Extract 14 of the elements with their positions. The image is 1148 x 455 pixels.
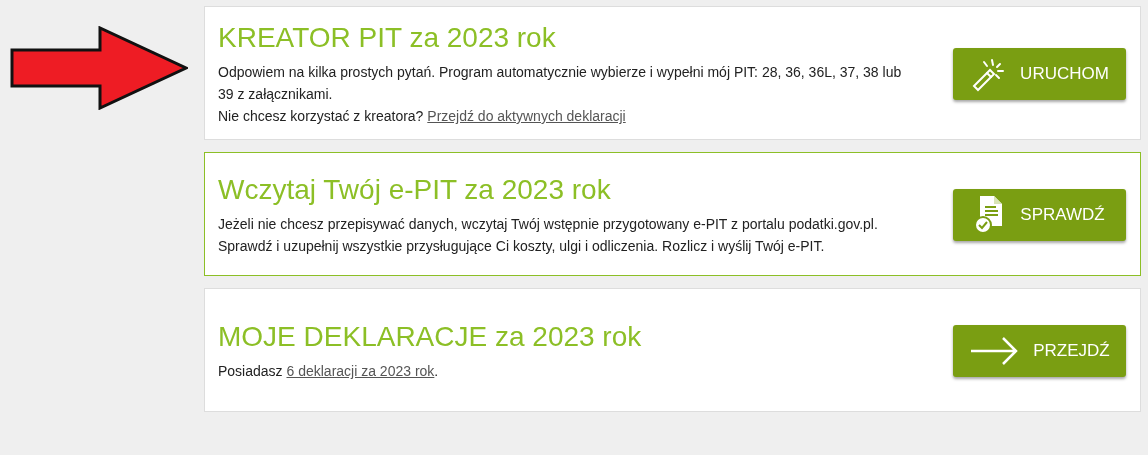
description-text: Posiadasz xyxy=(218,363,283,379)
action-button[interactable]: URUCHOM xyxy=(953,48,1126,100)
card-title: KREATOR PIT za 2023 rok xyxy=(218,21,557,55)
link[interactable]: Przejdź do aktywnych deklaracji xyxy=(427,108,626,124)
description-text: Jeżeli nie chcesz przepisywać danych, wczytaj Twój wstępnie przygotowany e-PIT z portalu podatki.gov.pl. Sprawdź i uzupełnij wszystkie przysługujące Ci koszty, ulgi i odliczenia. Rozlicz i wyślij Twój e-PIT. xyxy=(218,216,878,254)
card-title: MOJE DEKLARACJE za 2023 rok xyxy=(218,320,643,354)
description-text: Odpowiem na kilka prostych pytań. Program automatycznie wybierze i wypełni mój PIT: 28, 36, 36L, 37, 38 lub 39 z załącznikami. xyxy=(218,64,902,102)
action-button[interactable]: PRZEJDŹ xyxy=(953,325,1126,377)
card-title: Wczytaj Twój e-PIT za 2023 rok xyxy=(218,173,612,207)
punctuation-text: . xyxy=(434,363,439,379)
action-button[interactable]: SPRAWDŹ xyxy=(953,189,1126,241)
arrow-right-icon xyxy=(969,336,1020,366)
description-text: Nie chcesz korzystać z kreatora? xyxy=(218,108,424,124)
magic-wand-icon xyxy=(970,56,1007,92)
